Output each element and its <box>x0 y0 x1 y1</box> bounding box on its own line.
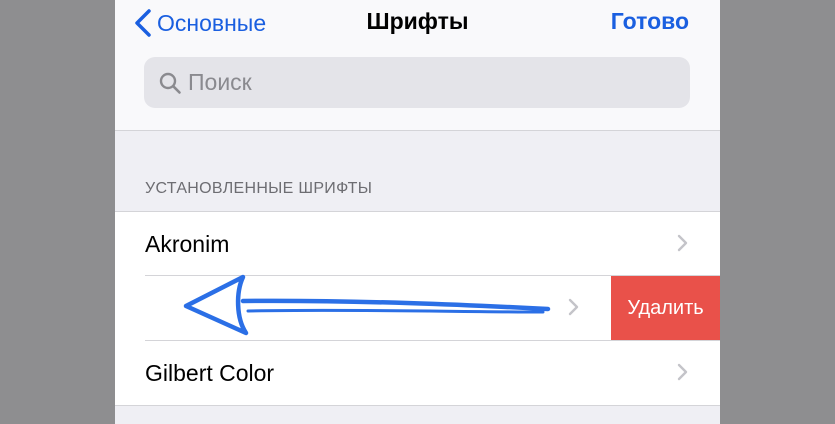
section-header: УСТАНОВЛЕННЫЕ ШРИФТЫ <box>145 180 373 197</box>
settings-screen: Основные Шрифты Готово УСТАНОВЛЕННЫЕ ШРИ… <box>115 0 720 424</box>
font-name: Akronim <box>145 231 230 257</box>
installed-fonts-list: Akronim Удалить Gilbert Color <box>115 211 720 406</box>
search-input[interactable] <box>188 69 668 96</box>
done-button[interactable]: Готово <box>611 8 689 35</box>
font-row-gilbert-color[interactable]: Gilbert Color <box>115 341 720 404</box>
chevron-right-icon <box>568 298 579 316</box>
font-row-akronim[interactable]: Akronim <box>115 212 720 275</box>
font-name: Gilbert Color <box>145 360 275 386</box>
search-bar[interactable] <box>144 57 690 108</box>
chevron-right-icon <box>677 234 688 252</box>
navigation-bar: Основные Шрифты Готово <box>115 0 720 131</box>
delete-button[interactable]: Удалить <box>611 276 720 340</box>
search-icon <box>159 72 181 94</box>
chevron-right-icon <box>677 363 688 381</box>
